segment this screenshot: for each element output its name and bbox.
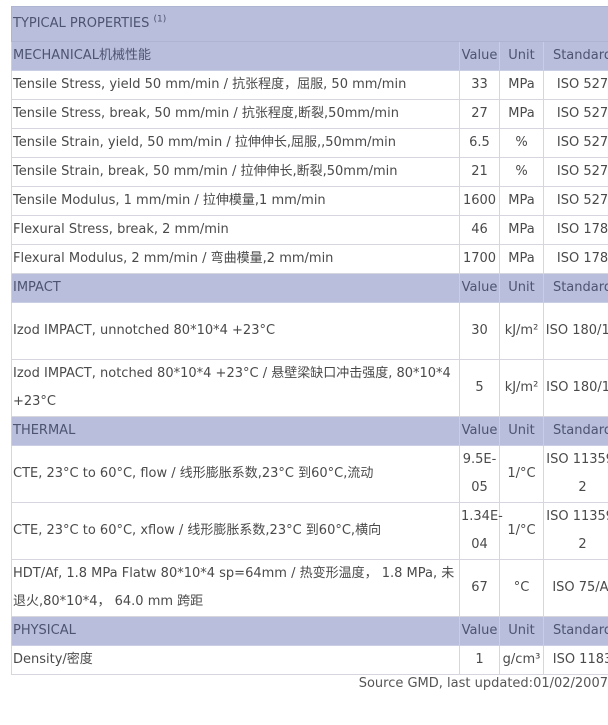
- table-row: Izod IMPACT, notched 80*10*4 +23°C / 悬壁梁…: [11, 359, 608, 417]
- standard-cell: ISO 527: [542, 70, 608, 100]
- unit-cell: g/cm³: [499, 645, 544, 675]
- value-cell: 67: [459, 559, 500, 617]
- value-cell: 6.5: [459, 128, 500, 158]
- property-cell: Tensile Strain, break, 50 mm/min / 拉伸伸长,…: [11, 157, 460, 187]
- properties-table-container: TYPICAL PROPERTIES (1) MECHANICAL机械性能 Val…: [10, 6, 608, 675]
- property-cell: Izod IMPACT, unnotched 80*10*4 +23°C: [11, 302, 460, 360]
- value-column-header: Value: [459, 41, 500, 71]
- table-row: Density/密度 1 g/cm³ ISO 1183: [11, 645, 608, 675]
- property-cell: Tensile Stress, yield 50 mm/min / 抗张程度，屈…: [11, 70, 460, 100]
- section-header-row: MECHANICAL机械性能 Value Unit Standard: [11, 41, 608, 71]
- standard-cell: ISO 178: [542, 215, 608, 245]
- unit-column-header: Unit: [499, 41, 544, 71]
- unit-cell: kJ/m²: [499, 359, 544, 417]
- standard-cell: ISO 1183: [542, 645, 608, 675]
- table-row: CTE, 23°C to 60°C, flow / 线形膨胀系数,23°C 到6…: [11, 445, 608, 503]
- standard-cell: ISO 527: [542, 99, 608, 129]
- property-cell: CTE, 23°C to 60°C, xflow / 线形膨胀系数,23°C 到…: [11, 502, 460, 560]
- section-name: IMPACT: [11, 273, 460, 303]
- property-cell: Tensile Strain, yield, 50 mm/min / 拉伸伸长,…: [11, 128, 460, 158]
- standard-column-header: Standard: [542, 416, 608, 446]
- unit-column-header: Unit: [499, 616, 544, 646]
- table-row: Tensile Strain, yield, 50 mm/min / 拉伸伸长,…: [11, 128, 608, 158]
- value-cell: 1700: [459, 244, 500, 274]
- section-name: MECHANICAL机械性能: [11, 41, 460, 71]
- value-cell: 5: [459, 359, 500, 417]
- source-note: Source GMD, last updated:01/02/2007: [358, 676, 608, 691]
- table-row: Flexural Modulus, 2 mm/min / 弯曲模量,2 mm/m…: [11, 244, 608, 274]
- value-column-header: Value: [459, 416, 500, 446]
- property-cell: Tensile Stress, break, 50 mm/min / 抗张程度,…: [11, 99, 460, 129]
- section-name: PHYSICAL: [11, 616, 460, 646]
- section-header-row: THERMAL Value Unit Standard: [11, 416, 608, 446]
- standard-column-header: Standard: [542, 41, 608, 71]
- table-title-footnote: (1): [153, 14, 167, 25]
- unit-cell: °C: [499, 559, 544, 617]
- unit-cell: MPa: [499, 99, 544, 129]
- standard-cell: ISO 75/Af: [542, 559, 608, 617]
- table-row: Tensile Stress, yield 50 mm/min / 抗张程度，屈…: [11, 70, 608, 100]
- standard-column-header: Standard: [542, 273, 608, 303]
- section-header-row: PHYSICAL Value Unit Standard: [11, 616, 608, 646]
- property-cell: Izod IMPACT, notched 80*10*4 +23°C / 悬壁梁…: [11, 359, 460, 417]
- value-cell: 21: [459, 157, 500, 187]
- unit-column-header: Unit: [499, 273, 544, 303]
- value-cell: 27: [459, 99, 500, 129]
- standard-cell: ISO 178: [542, 244, 608, 274]
- unit-cell: kJ/m²: [499, 302, 544, 360]
- value-cell: 9.5E-05: [459, 445, 500, 503]
- property-cell: Density/密度: [11, 645, 460, 675]
- value-cell: 46: [459, 215, 500, 245]
- value-cell: 1600: [459, 186, 500, 216]
- unit-cell: MPa: [499, 186, 544, 216]
- unit-cell: MPa: [499, 215, 544, 245]
- standard-column-header: Standard: [542, 616, 608, 646]
- table-row: HDT/Af, 1.8 MPa Flatw 80*10*4 sp=64mm / …: [11, 559, 608, 617]
- table-row: CTE, 23°C to 60°C, xflow / 线形膨胀系数,23°C 到…: [11, 502, 608, 560]
- table-title: TYPICAL PROPERTIES (1): [10, 6, 608, 42]
- standard-cell: ISO 11359-2: [542, 502, 608, 560]
- table-row: Flexural Stress, break, 2 mm/min 46 MPa ISO…: [11, 215, 608, 245]
- value-cell: 1: [459, 645, 500, 675]
- unit-column-header: Unit: [499, 416, 544, 446]
- unit-cell: %: [499, 128, 544, 158]
- unit-cell: 1/°C: [499, 502, 544, 560]
- section-name: THERMAL: [11, 416, 460, 446]
- standard-cell: ISO 180/1U: [542, 302, 608, 360]
- value-cell: 33: [459, 70, 500, 100]
- property-cell: HDT/Af, 1.8 MPa Flatw 80*10*4 sp=64mm / …: [11, 559, 460, 617]
- unit-cell: %: [499, 157, 544, 187]
- table-row: Izod IMPACT, unnotched 80*10*4 +23°C 30 kJ…: [11, 302, 608, 360]
- table-row: Tensile Strain, break, 50 mm/min / 拉伸伸长,…: [11, 157, 608, 187]
- value-column-header: Value: [459, 616, 500, 646]
- section-header-row: IMPACT Value Unit Standard: [11, 273, 608, 303]
- table-row: Tensile Stress, break, 50 mm/min / 抗张程度,…: [11, 99, 608, 129]
- typical-properties-table: TYPICAL PROPERTIES (1) MECHANICAL机械性能 Val…: [10, 6, 608, 675]
- value-column-header: Value: [459, 273, 500, 303]
- standard-cell: ISO 11359-2: [542, 445, 608, 503]
- unit-cell: MPa: [499, 70, 544, 100]
- standard-cell: ISO 527: [542, 186, 608, 216]
- property-cell: Flexural Modulus, 2 mm/min / 弯曲模量,2 mm/m…: [11, 244, 460, 274]
- value-cell: 1.34E-04: [459, 502, 503, 560]
- table-row: Tensile Modulus, 1 mm/min / 拉伸模量,1 mm/mi…: [11, 186, 608, 216]
- standard-cell: ISO 527: [542, 157, 608, 187]
- property-cell: Tensile Modulus, 1 mm/min / 拉伸模量,1 mm/mi…: [11, 186, 460, 216]
- property-cell: Flexural Stress, break, 2 mm/min: [11, 215, 460, 245]
- unit-cell: MPa: [499, 244, 544, 274]
- unit-cell: 1/°C: [499, 445, 544, 503]
- standard-cell: ISO 527: [542, 128, 608, 158]
- value-cell: 30: [459, 302, 500, 360]
- table-title-text: TYPICAL PROPERTIES: [13, 16, 150, 31]
- standard-cell: ISO 180/1A: [542, 359, 608, 417]
- table-title-row: TYPICAL PROPERTIES (1): [10, 6, 608, 42]
- property-cell: CTE, 23°C to 60°C, flow / 线形膨胀系数,23°C 到6…: [11, 445, 460, 503]
